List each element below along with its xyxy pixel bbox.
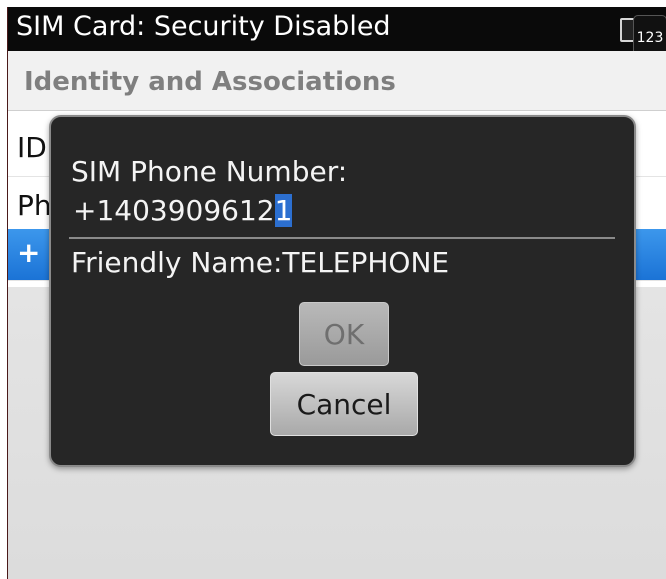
friendly-name-text: Friendly Name:TELEPHONE (71, 246, 450, 279)
phone-number-text: +1403909612 (73, 194, 275, 227)
phone-number-input[interactable]: +14039096121 (73, 194, 293, 228)
cancel-button[interactable]: Cancel (270, 372, 418, 436)
ok-button[interactable]: OK (299, 302, 389, 366)
text-cursor: 1 (274, 194, 293, 227)
screen-title: SIM Card: Security Disabled (16, 11, 391, 42)
phone-number-dialog: SIM Phone Number: +14039096121 Friendly … (49, 115, 636, 467)
device-screen: SIM Card: Security Disabled 123 Identity… (7, 7, 666, 579)
title-bar: SIM Card: Security Disabled 123 (8, 7, 666, 59)
phone-number-label: SIM Phone Number: (71, 155, 348, 188)
section-header: Identity and Associations (8, 51, 666, 111)
divider (69, 237, 615, 239)
